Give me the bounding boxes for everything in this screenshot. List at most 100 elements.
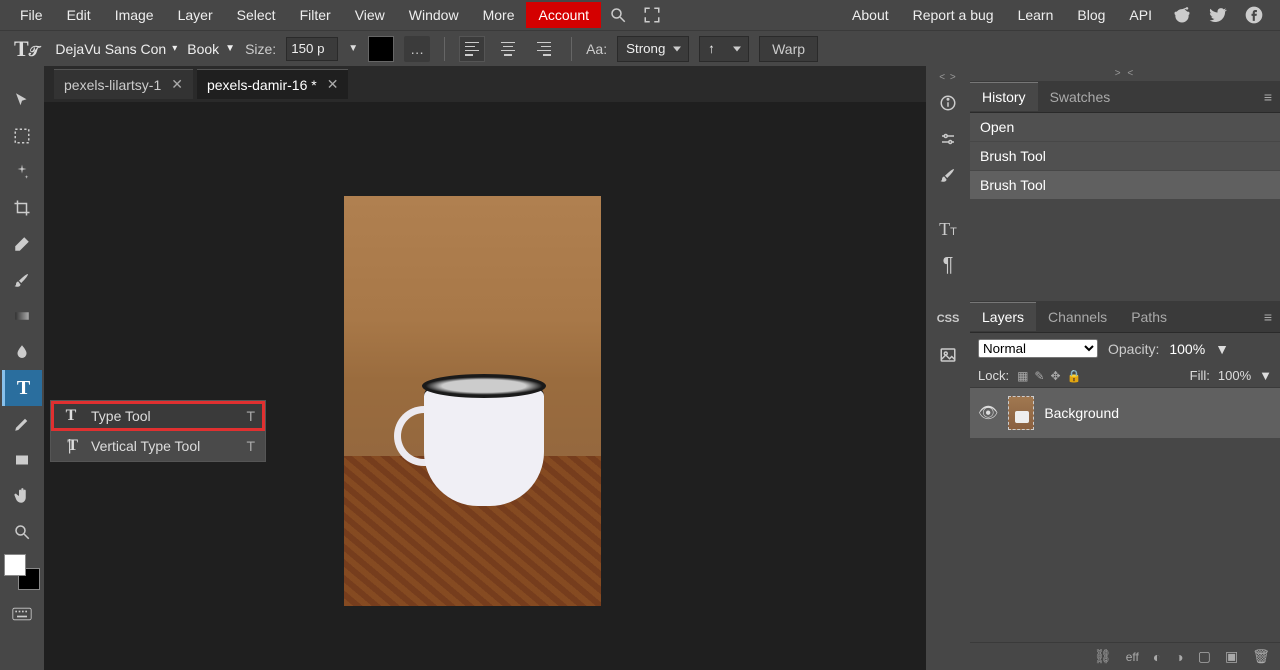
link-learn[interactable]: Learn bbox=[1006, 2, 1066, 28]
align-right-button[interactable] bbox=[531, 36, 557, 62]
tab-swatches[interactable]: Swatches bbox=[1038, 83, 1123, 111]
color-swap[interactable] bbox=[4, 554, 40, 590]
menu-edit[interactable]: Edit bbox=[55, 2, 103, 28]
menu-account[interactable]: Account bbox=[526, 2, 601, 28]
blur-tool[interactable] bbox=[2, 334, 42, 370]
zoom-tool[interactable] bbox=[2, 514, 42, 550]
adjustment-layer-icon[interactable]: ◑ bbox=[1175, 649, 1183, 665]
blend-mode-select[interactable]: Normal bbox=[978, 339, 1098, 358]
type-tool[interactable]: T bbox=[2, 370, 42, 406]
collapse-panels-icon[interactable]: > < bbox=[970, 66, 1280, 81]
delete-layer-icon[interactable]: 🗑 bbox=[1252, 648, 1270, 665]
image-panel-icon[interactable] bbox=[928, 337, 968, 373]
link-layers-icon[interactable]: ⛓ bbox=[1094, 648, 1112, 665]
link-api[interactable]: API bbox=[1117, 2, 1164, 28]
pen-tool[interactable] bbox=[2, 406, 42, 442]
warp-text-button[interactable]: Warp bbox=[759, 36, 818, 62]
lock-paint-icon[interactable]: ✎ bbox=[1034, 369, 1044, 383]
lock-transparency-icon[interactable]: ▦ bbox=[1017, 369, 1028, 383]
tab-history[interactable]: History bbox=[970, 82, 1038, 111]
gradient-tool[interactable] bbox=[2, 298, 42, 334]
link-report-bug[interactable]: Report a bug bbox=[901, 2, 1006, 28]
eraser-tool[interactable] bbox=[2, 226, 42, 262]
fill-value[interactable]: 100% bbox=[1218, 368, 1251, 383]
opacity-value[interactable]: 100% bbox=[1169, 341, 1205, 357]
fullscreen-icon[interactable] bbox=[635, 2, 669, 28]
info-panel-icon[interactable] bbox=[928, 85, 968, 121]
panel-menu-icon[interactable]: ≡ bbox=[1256, 85, 1280, 109]
lock-move-icon[interactable]: ✥ bbox=[1050, 369, 1060, 383]
marquee-tool[interactable] bbox=[2, 118, 42, 154]
antialias-select[interactable]: Strong bbox=[617, 36, 689, 62]
ctx-vertical-type-tool[interactable]: |T Vertical Type Tool T bbox=[51, 431, 265, 461]
history-item[interactable]: Open bbox=[970, 113, 1280, 142]
layer-name[interactable]: Background bbox=[1044, 405, 1119, 421]
align-center-button[interactable] bbox=[495, 36, 521, 62]
new-layer-icon[interactable]: ▣ bbox=[1225, 648, 1238, 665]
menu-filter[interactable]: Filter bbox=[288, 2, 343, 28]
font-size-caret-icon[interactable]: ▼ bbox=[348, 43, 358, 54]
menu-select[interactable]: Select bbox=[225, 2, 288, 28]
paragraph-panel-icon[interactable]: ¶ bbox=[928, 247, 968, 283]
layer-effects-button[interactable]: eff bbox=[1126, 650, 1139, 664]
document-tab-1[interactable]: pexels-damir-16 *✕ bbox=[197, 69, 348, 99]
layers-row-lock: Lock: ▦ ✎ ✥ 🔒 Fill: 100% ▼ bbox=[970, 364, 1280, 388]
character-panel-button[interactable]: … bbox=[404, 36, 430, 62]
menu-more[interactable]: More bbox=[471, 2, 527, 28]
tab-layers[interactable]: Layers bbox=[970, 302, 1036, 331]
keyboard-icon[interactable] bbox=[2, 596, 42, 632]
adjustments-panel-icon[interactable] bbox=[928, 121, 968, 157]
font-weight-dropdown[interactable]: Book▼ bbox=[187, 41, 235, 57]
link-blog[interactable]: Blog bbox=[1065, 2, 1117, 28]
twitter-icon[interactable] bbox=[1200, 1, 1236, 29]
document-tab-0[interactable]: pexels-lilartsy-1✕ bbox=[54, 69, 193, 99]
ctx-type-tool[interactable]: T Type Tool T bbox=[51, 401, 265, 431]
crop-tool[interactable] bbox=[2, 190, 42, 226]
text-direction-select[interactable]: ↑ bbox=[699, 36, 749, 62]
document-tabs: pexels-lilartsy-1✕ pexels-damir-16 *✕ bbox=[44, 66, 926, 102]
tab-paths[interactable]: Paths bbox=[1119, 303, 1179, 331]
brush-tool[interactable] bbox=[2, 262, 42, 298]
opacity-label: Opacity: bbox=[1108, 341, 1159, 357]
collapse-icon[interactable]: < > bbox=[937, 70, 958, 85]
css-panel-icon[interactable]: CSS bbox=[928, 301, 968, 337]
canvas-area[interactable]: T Type Tool T |T Vertical Type Tool T bbox=[44, 102, 926, 670]
font-family-dropdown[interactable]: DejaVu Sans Con▾ bbox=[55, 41, 177, 57]
font-size-label: Size: bbox=[245, 41, 276, 57]
rectangle-tool[interactable] bbox=[2, 442, 42, 478]
menu-layer[interactable]: Layer bbox=[166, 2, 225, 28]
text-color-swatch[interactable] bbox=[368, 36, 394, 62]
menu-window[interactable]: Window bbox=[397, 2, 471, 28]
link-about[interactable]: About bbox=[840, 2, 901, 28]
lock-all-icon[interactable]: 🔒 bbox=[1067, 369, 1082, 383]
foreground-color-swatch[interactable] bbox=[4, 554, 26, 576]
close-icon[interactable]: ✕ bbox=[171, 76, 183, 93]
search-icon[interactable] bbox=[601, 2, 635, 28]
facebook-icon[interactable] bbox=[1236, 1, 1272, 29]
character-panel-icon[interactable]: TT bbox=[928, 211, 968, 247]
close-icon[interactable]: ✕ bbox=[327, 76, 339, 93]
menu-image[interactable]: Image bbox=[103, 2, 166, 28]
tab-channels[interactable]: Channels bbox=[1036, 303, 1119, 331]
menu-view[interactable]: View bbox=[343, 2, 397, 28]
antialias-label: Aa: bbox=[586, 41, 607, 57]
opacity-caret-icon[interactable]: ▼ bbox=[1215, 341, 1229, 357]
fill-caret-icon[interactable]: ▼ bbox=[1259, 368, 1272, 383]
layer-mask-icon[interactable]: ◐ bbox=[1153, 649, 1161, 665]
menu-file[interactable]: File bbox=[8, 2, 55, 28]
panel-menu-icon[interactable]: ≡ bbox=[1256, 305, 1280, 329]
layer-row[interactable]: 👁 Background bbox=[970, 388, 1280, 438]
history-item[interactable]: Brush Tool bbox=[970, 171, 1280, 200]
hand-tool[interactable] bbox=[2, 478, 42, 514]
layer-thumbnail[interactable] bbox=[1008, 396, 1034, 430]
brush-panel-icon[interactable] bbox=[928, 157, 968, 193]
align-left-button[interactable] bbox=[459, 36, 485, 62]
reddit-icon[interactable] bbox=[1164, 1, 1200, 29]
magic-wand-tool[interactable] bbox=[2, 154, 42, 190]
type-tool-icon: T𝒯 bbox=[8, 36, 45, 62]
history-item[interactable]: Brush Tool bbox=[970, 142, 1280, 171]
group-layers-icon[interactable]: ▢ bbox=[1198, 648, 1211, 665]
font-size-input[interactable] bbox=[286, 37, 338, 61]
visibility-icon[interactable]: 👁 bbox=[978, 403, 998, 423]
move-tool[interactable] bbox=[2, 82, 42, 118]
